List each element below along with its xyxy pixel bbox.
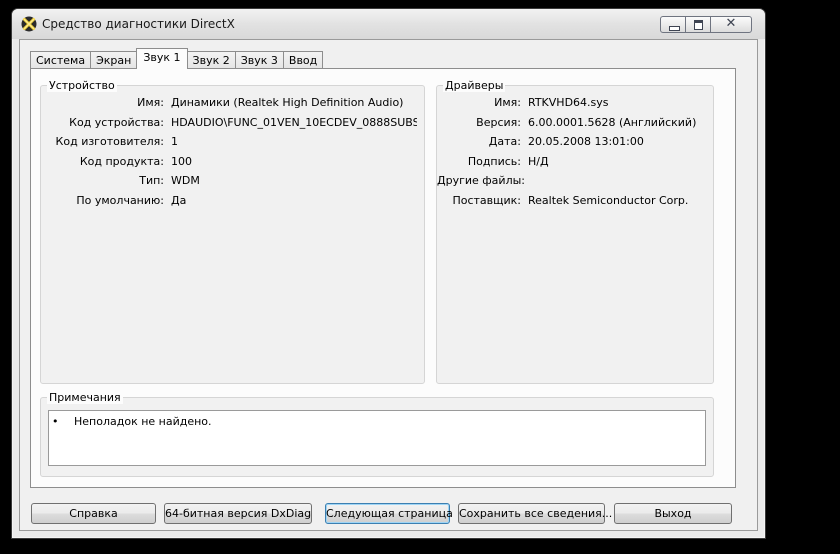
tab-sound-2[interactable]: Звук 2: [186, 51, 236, 69]
drivers-group: Драйверы Имя: RTKVHD64.sys Версия: 6.00.…: [436, 79, 714, 384]
exit-button[interactable]: Выход: [614, 503, 732, 524]
minimize-icon: [669, 26, 680, 31]
device-name-value: Динамики (Realtek High Definition Audio): [171, 96, 404, 109]
device-row-default: По умолчанию: Да: [41, 193, 424, 209]
driver-row-version: Версия: 6.00.0001.5628 (Английский): [437, 115, 713, 131]
notes-group-label: Примечания: [47, 391, 123, 404]
note-item: Неполадок не найдено.: [74, 415, 212, 428]
directx-diagnostic-window: Средство диагностики DirectX ✕ Система Э…: [11, 8, 766, 539]
device-id-value: HDAUDIO\FUNC_01VEN_10ECDEV_0888SUBSYS_1: [171, 116, 417, 129]
driver-version-label: Версия:: [476, 116, 521, 129]
other-files-label: Другие файлы:: [437, 174, 525, 187]
minimize-button[interactable]: [660, 16, 686, 33]
close-button[interactable]: ✕: [710, 16, 752, 33]
driver-row-name: Имя: RTKVHD64.sys: [437, 95, 713, 111]
driver-version-value: 6.00.0001.5628 (Английский): [528, 116, 697, 129]
driver-row-other-files: Другие файлы:: [437, 173, 713, 189]
device-row-manufacturer: Код изготовителя: 1: [41, 134, 424, 150]
type-label: Тип:: [139, 174, 164, 187]
manufacturer-id-value: 1: [171, 135, 178, 148]
close-icon: ✕: [725, 16, 737, 31]
help-button[interactable]: Справка: [31, 503, 156, 524]
device-group-label: Устройство: [47, 79, 117, 92]
manufacturer-id-label: Код изготовителя:: [55, 135, 164, 148]
notes-textbox[interactable]: • Неполадок не найдено.: [48, 410, 706, 466]
tab-display[interactable]: Экран: [90, 51, 138, 69]
tab-panel-sound-1: Устройство Имя: Динамики (Realtek High D…: [30, 68, 736, 488]
driver-name-label: Имя:: [494, 96, 521, 109]
device-group: Устройство Имя: Динамики (Realtek High D…: [40, 79, 425, 384]
product-id-value: 100: [171, 155, 192, 168]
window-title: Средство диагностики DirectX: [42, 17, 235, 31]
drivers-group-label: Драйверы: [443, 79, 506, 92]
driver-row-signed: Подпись: Н/Д: [437, 154, 713, 170]
driver-date-value: 20.05.2008 13:01:00: [528, 135, 644, 148]
dxdiag-64bit-button[interactable]: 64-битная версия DxDiag: [164, 503, 312, 524]
caption-buttons: ✕: [660, 16, 752, 33]
provider-value: Realtek Semiconductor Corp.: [528, 194, 689, 207]
product-id-label: Код продукта:: [79, 155, 164, 168]
type-value: WDM: [171, 174, 200, 187]
device-row-name: Имя: Динамики (Realtek High Definition A…: [41, 95, 424, 111]
next-page-button[interactable]: Следующая страница: [325, 503, 453, 524]
tab-sound-3[interactable]: Звук 3: [234, 51, 284, 69]
provider-label: Поставщик:: [452, 194, 521, 207]
driver-signed-label: Подпись:: [467, 155, 521, 168]
device-id-label: Код устройства:: [69, 116, 164, 129]
driver-name-value: RTKVHD64.sys: [528, 96, 609, 109]
driver-signed-value: Н/Д: [528, 155, 549, 168]
window-client-area: Система Экран Звук 1 Звук 2 Звук 3 Ввод …: [19, 39, 758, 531]
directx-x-icon: [21, 16, 37, 32]
driver-row-provider: Поставщик: Realtek Semiconductor Corp.: [437, 193, 713, 209]
maximize-button[interactable]: [685, 16, 711, 33]
default-device-value: Да: [171, 194, 187, 207]
device-row-type: Тип: WDM: [41, 173, 424, 189]
save-all-info-button[interactable]: Сохранить все сведения...: [458, 503, 612, 524]
tab-system[interactable]: Система: [30, 51, 92, 69]
tab-strip: Система Экран Звук 1 Звук 2 Звук 3 Ввод: [30, 48, 324, 69]
title-bar[interactable]: Средство диагностики DirectX ✕: [12, 9, 765, 39]
device-row-id: Код устройства: HDAUDIO\FUNC_01VEN_10ECD…: [41, 115, 424, 131]
driver-row-date: Дата: 20.05.2008 13:01:00: [437, 134, 713, 150]
maximize-icon: [694, 20, 703, 30]
tab-input[interactable]: Ввод: [282, 51, 324, 69]
note-bullet-icon: •: [52, 415, 59, 428]
driver-date-label: Дата:: [488, 135, 521, 148]
tab-sound-1[interactable]: Звук 1: [136, 48, 188, 69]
notes-group: Примечания • Неполадок не найдено.: [40, 391, 714, 477]
device-row-product: Код продукта: 100: [41, 154, 424, 170]
device-name-label: Имя:: [137, 96, 164, 109]
default-device-label: По умолчанию:: [76, 194, 164, 207]
